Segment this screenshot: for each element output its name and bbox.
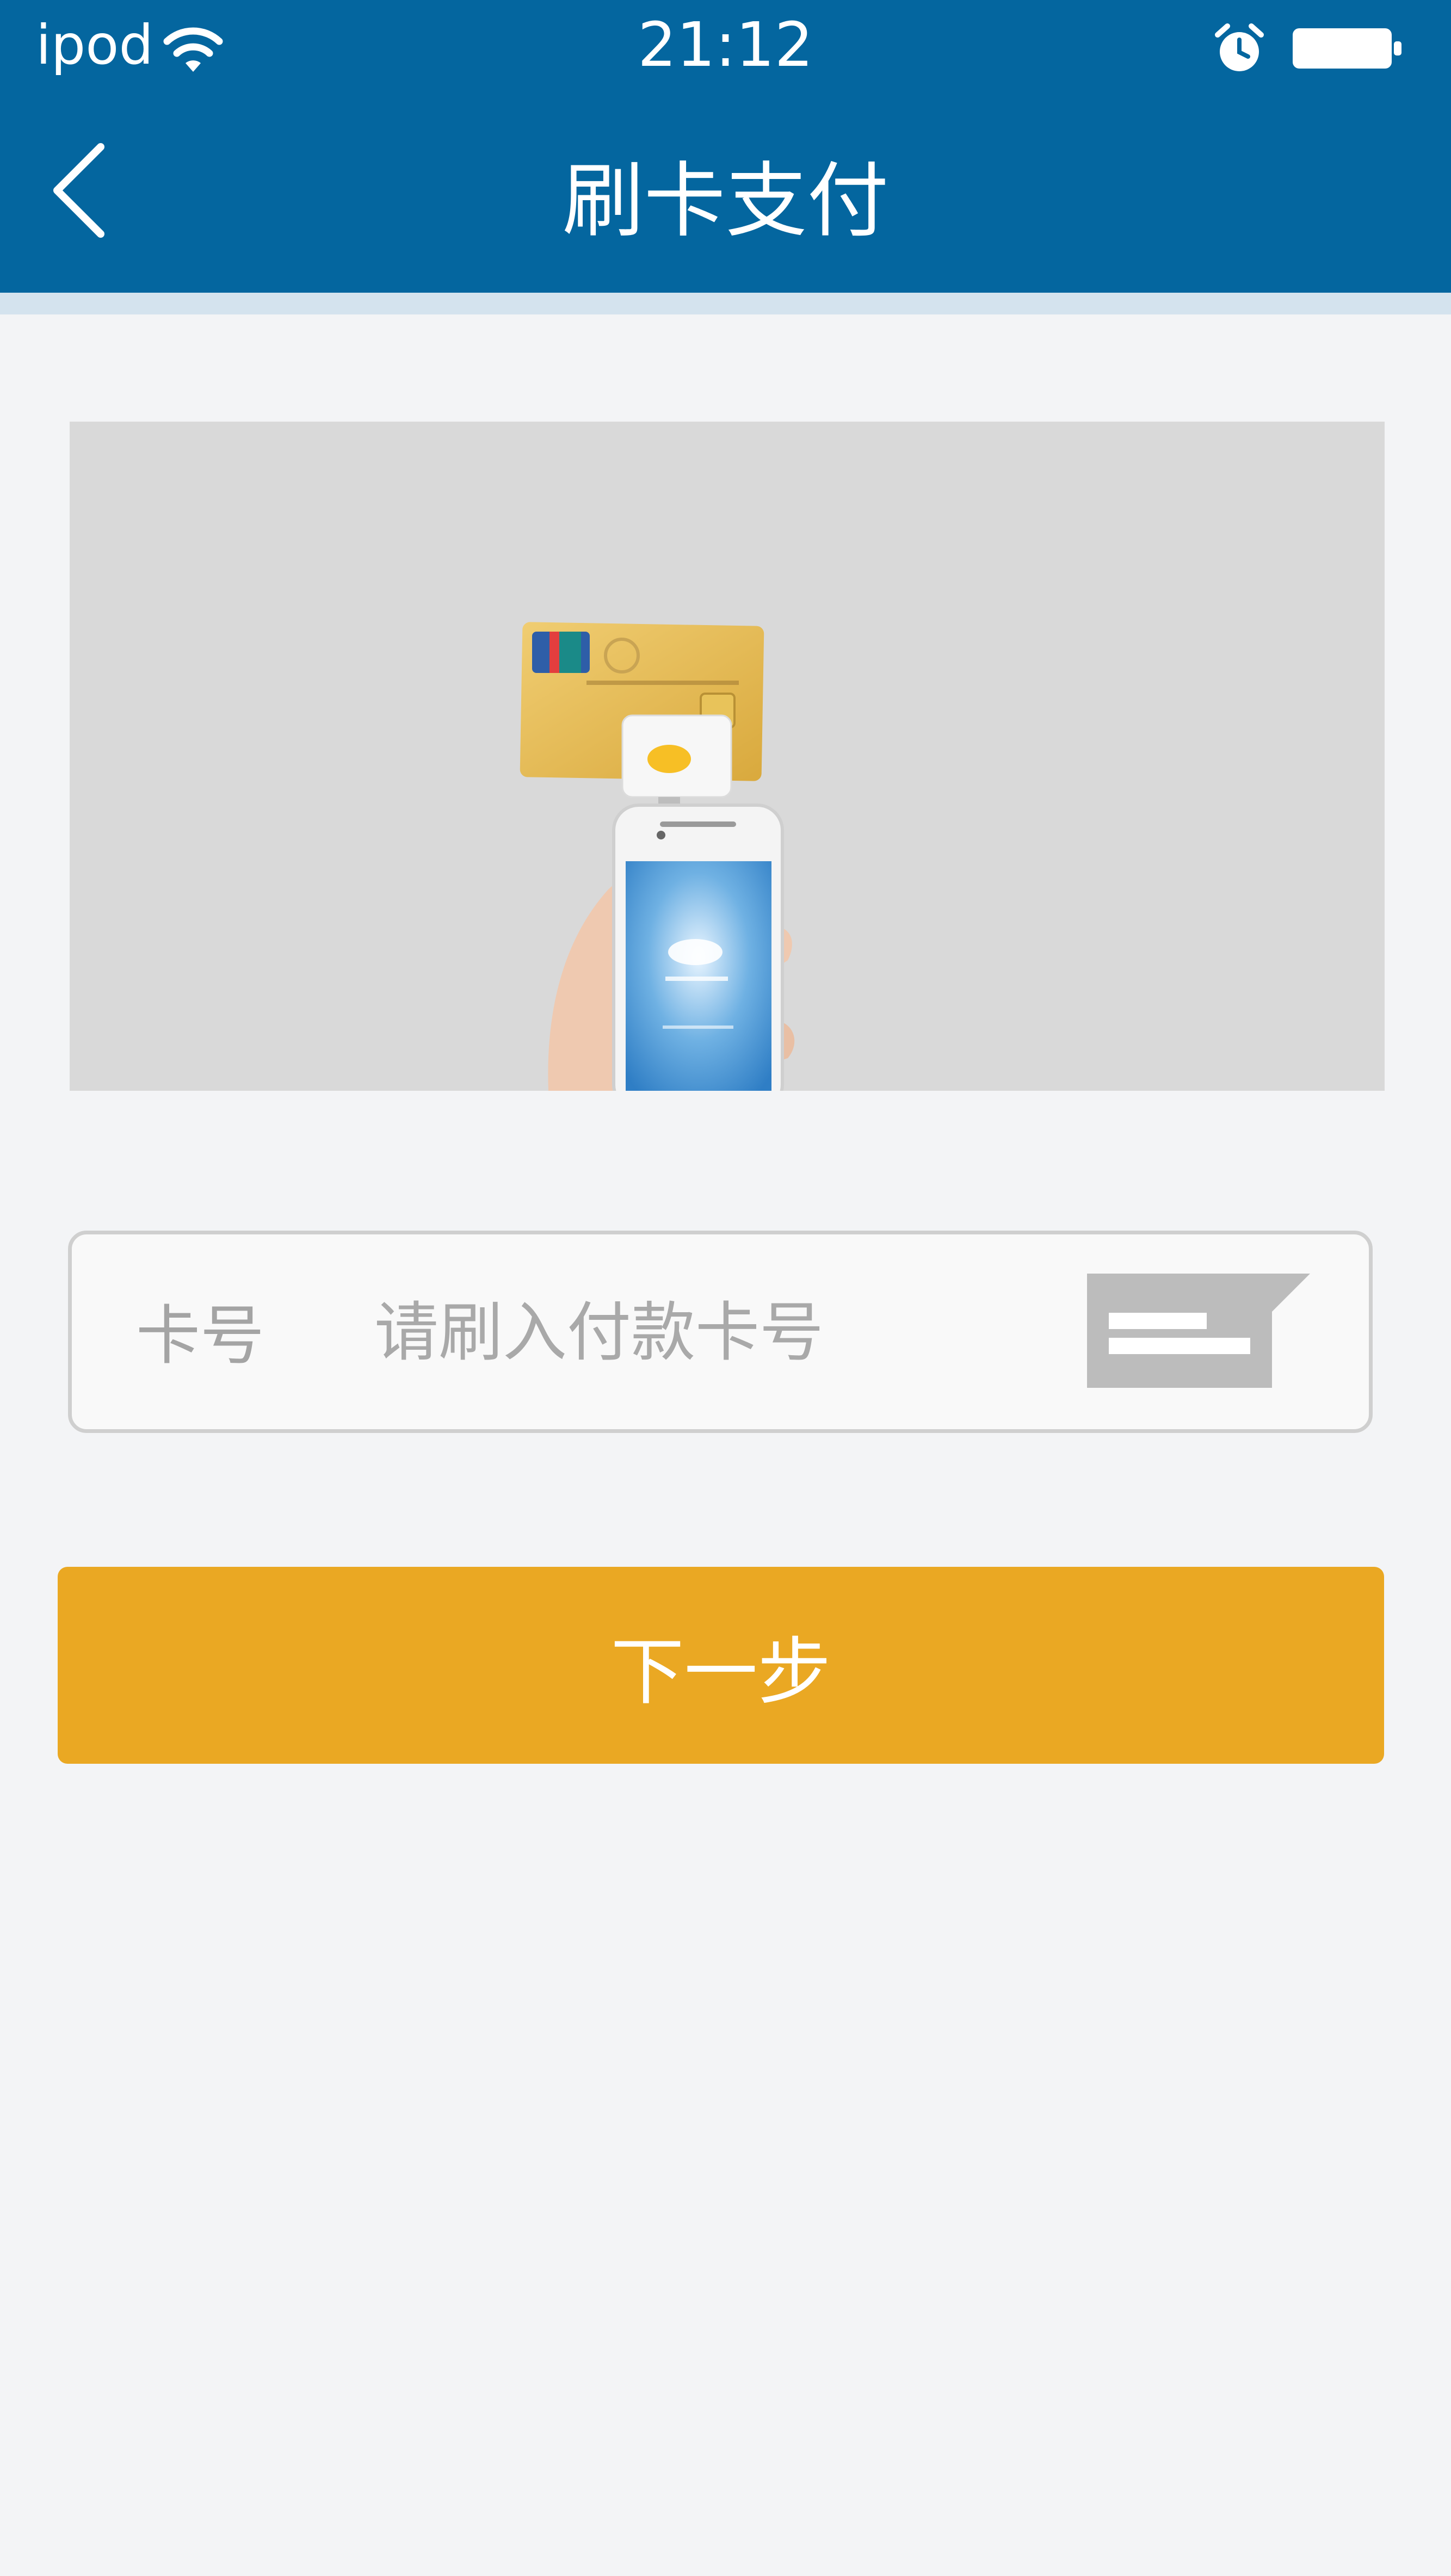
card-number-input[interactable] bbox=[374, 1283, 1109, 1381]
swipe-card-icon[interactable] bbox=[1087, 1274, 1310, 1388]
alarm-icon bbox=[1215, 23, 1264, 71]
battery-icon bbox=[1293, 28, 1401, 69]
card-number-field[interactable]: 卡号 bbox=[68, 1231, 1373, 1433]
card-reader-photo bbox=[520, 622, 795, 1091]
status-bar: ipod 21:12 bbox=[0, 0, 1451, 92]
card-number-label: 卡号 bbox=[136, 1298, 265, 1373]
next-step-button[interactable]: 下一步 bbox=[58, 1567, 1384, 1764]
page-title: 刷卡支付 bbox=[562, 154, 889, 249]
top-bar-shadow bbox=[0, 293, 1451, 314]
card-reader-illustration bbox=[70, 422, 1385, 1091]
